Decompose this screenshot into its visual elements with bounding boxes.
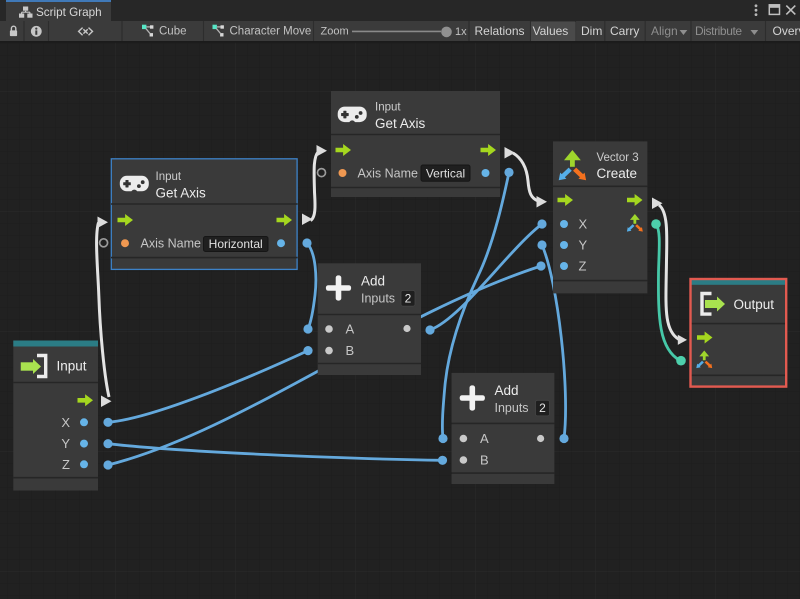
- svg-text:Axis Name: Axis Name: [141, 237, 201, 251]
- svg-text:2: 2: [405, 291, 412, 305]
- svg-text:Add: Add: [361, 274, 385, 289]
- svg-text:Horizontal: Horizontal: [209, 237, 263, 251]
- svg-text:B: B: [480, 453, 489, 468]
- svg-text:Relations: Relations: [475, 24, 525, 38]
- svg-text:B: B: [346, 343, 355, 358]
- svg-text:Cube: Cube: [159, 26, 187, 38]
- svg-text:Get Axis: Get Axis: [375, 116, 426, 131]
- svg-text:Axis Name: Axis Name: [358, 167, 418, 181]
- svg-text:1x: 1x: [455, 26, 467, 38]
- svg-text:Y: Y: [61, 436, 70, 451]
- svg-text:Vertical: Vertical: [426, 166, 465, 180]
- svg-text:Carry: Carry: [610, 24, 639, 38]
- svg-text:Inputs: Inputs: [495, 401, 529, 415]
- svg-text:Vector 3: Vector 3: [597, 152, 639, 164]
- svg-text:Create: Create: [597, 166, 638, 181]
- svg-text:2: 2: [539, 401, 546, 415]
- svg-text:Distribute: Distribute: [695, 24, 742, 38]
- svg-text:Add: Add: [495, 383, 519, 398]
- svg-text:Y: Y: [579, 238, 588, 253]
- svg-text:Align: Align: [651, 24, 678, 38]
- svg-text:Input: Input: [375, 102, 401, 114]
- svg-text:Output: Output: [734, 297, 775, 312]
- svg-text:A: A: [480, 431, 489, 446]
- svg-text:Input: Input: [156, 171, 182, 183]
- svg-text:X: X: [579, 217, 588, 232]
- svg-text:Z: Z: [62, 457, 70, 472]
- svg-text:Character Move: Character Move: [230, 26, 312, 38]
- svg-text:A: A: [346, 322, 355, 337]
- svg-text:Dim: Dim: [581, 24, 602, 38]
- svg-text:Get Axis: Get Axis: [156, 186, 207, 201]
- svg-text:Z: Z: [579, 259, 587, 274]
- svg-text:X: X: [61, 415, 70, 430]
- svg-text:Inputs: Inputs: [361, 292, 395, 306]
- svg-text:Input: Input: [57, 359, 87, 374]
- svg-text:Zoom: Zoom: [321, 26, 349, 38]
- svg-text:Overv: Overv: [773, 24, 800, 38]
- svg-text:Script Graph: Script Graph: [36, 6, 102, 19]
- svg-text:Values: Values: [533, 24, 569, 38]
